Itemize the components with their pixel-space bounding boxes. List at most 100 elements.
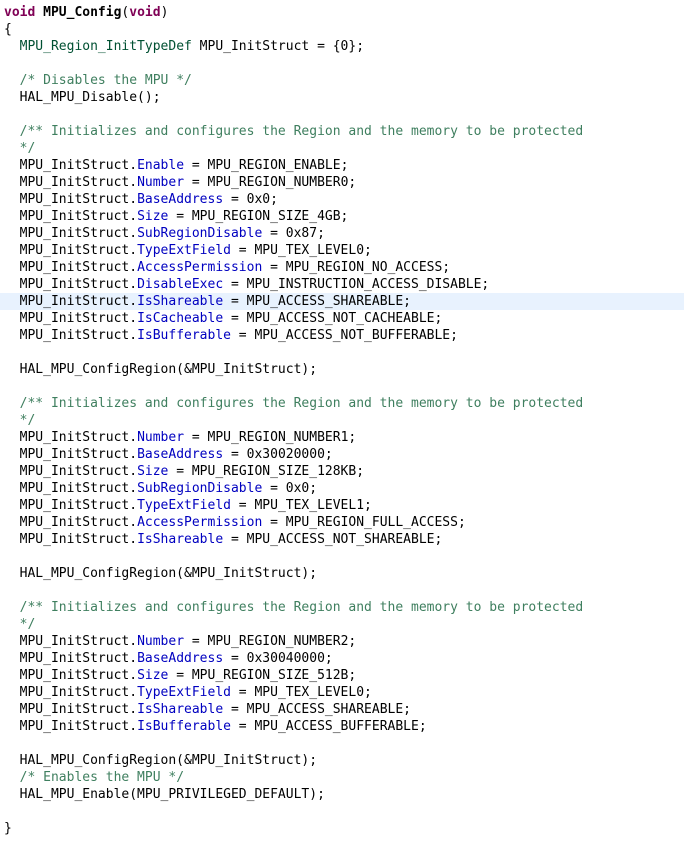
- field-token: IsShareable: [137, 294, 224, 309]
- code-line[interactable]: HAL_MPU_Disable();: [0, 89, 684, 106]
- code-line[interactable]: MPU_InitStruct.Number = MPU_REGION_NUMBE…: [0, 174, 684, 191]
- code-text: = MPU_ACCESS_NOT_CACHEABLE;: [223, 311, 443, 326]
- code-text: {: [4, 22, 12, 37]
- code-line[interactable]: {: [0, 21, 684, 38]
- code-text: MPU_InitStruct = {0};: [191, 39, 365, 54]
- code-line[interactable]: MPU_InitStruct.IsBufferable = MPU_ACCESS…: [0, 718, 684, 735]
- code-line-current[interactable]: MPU_InitStruct.IsShareable = MPU_ACCESS_…: [0, 293, 684, 310]
- code-text: = MPU_ACCESS_BUFFERABLE;: [230, 719, 427, 734]
- code-text: MPU_InitStruct.: [4, 634, 138, 649]
- function-name-token: MPU_Config: [43, 5, 122, 20]
- code-line[interactable]: MPU_InitStruct.Number = MPU_REGION_NUMBE…: [0, 633, 684, 650]
- code-line[interactable]: [0, 55, 684, 72]
- code-text: = MPU_REGION_ENABLE;: [184, 158, 349, 173]
- code-line[interactable]: MPU_InitStruct.IsCacheable = MPU_ACCESS_…: [0, 310, 684, 327]
- code-line[interactable]: MPU_InitStruct.BaseAddress = 0x0;: [0, 191, 684, 208]
- field-token: BaseAddress: [137, 192, 224, 207]
- code-line[interactable]: MPU_InitStruct.Size = MPU_REGION_SIZE_4G…: [0, 208, 684, 225]
- code-text: MPU_InitStruct.: [4, 515, 138, 530]
- code-line[interactable]: MPU_InitStruct.IsShareable = MPU_ACCESS_…: [0, 701, 684, 718]
- code-line[interactable]: HAL_MPU_Enable(MPU_PRIVILEGED_DEFAULT);: [0, 786, 684, 803]
- code-text: = MPU_TEX_LEVEL0;: [230, 243, 372, 258]
- code-line[interactable]: }: [0, 820, 684, 837]
- code-line[interactable]: MPU_InitStruct.DisableExec = MPU_INSTRUC…: [0, 276, 684, 293]
- code-line[interactable]: MPU_InitStruct.AccessPermission = MPU_RE…: [0, 514, 684, 531]
- code-line[interactable]: MPU_InitStruct.BaseAddress = 0x30040000;: [0, 650, 684, 667]
- code-line[interactable]: /* Enables the MPU */: [0, 769, 684, 786]
- code-line[interactable]: [0, 106, 684, 123]
- code-line[interactable]: MPU_InitStruct.BaseAddress = 0x30020000;: [0, 446, 684, 463]
- code-line[interactable]: */: [0, 412, 684, 429]
- code-text: MPU_InitStruct.: [4, 447, 138, 462]
- code-text: = 0x0;: [262, 481, 318, 496]
- code-text: = MPU_REGION_NUMBER2;: [184, 634, 357, 649]
- code-line[interactable]: [0, 803, 684, 820]
- code-editor[interactable]: void MPU_Config(void){ MPU_Region_InitTy…: [0, 4, 684, 837]
- code-text: MPU_InitStruct.: [4, 430, 138, 445]
- code-line[interactable]: [0, 735, 684, 752]
- code-text: = MPU_REGION_NUMBER1;: [184, 430, 357, 445]
- code-line[interactable]: /* Disables the MPU */: [0, 72, 684, 89]
- comment-token: /** Initializes and configures the Regio…: [19, 396, 584, 411]
- code-text: ): [160, 5, 169, 20]
- code-text: MPU_InitStruct.: [4, 464, 138, 479]
- code-line[interactable]: MPU_Region_InitTypeDef MPU_InitStruct = …: [0, 38, 684, 55]
- code-text: MPU_InitStruct.: [4, 651, 138, 666]
- field-token: Size: [137, 668, 169, 683]
- field-token: SubRegionDisable: [137, 481, 263, 496]
- code-line[interactable]: MPU_InitStruct.SubRegionDisable = 0x87;: [0, 225, 684, 242]
- field-token: IsCacheable: [137, 311, 224, 326]
- code-line[interactable]: */: [0, 616, 684, 633]
- code-text: MPU_InitStruct.: [4, 277, 138, 292]
- code-line[interactable]: [0, 582, 684, 599]
- field-token: BaseAddress: [137, 651, 224, 666]
- field-token: TypeExtField: [137, 498, 231, 513]
- keyword-token: void: [129, 5, 161, 20]
- code-line[interactable]: [0, 378, 684, 395]
- code-line[interactable]: HAL_MPU_ConfigRegion(&MPU_InitStruct);: [0, 752, 684, 769]
- code-text: = MPU_REGION_SIZE_128KB;: [168, 464, 365, 479]
- code-text: = 0x0;: [223, 192, 278, 207]
- code-line[interactable]: MPU_InitStruct.TypeExtField = MPU_TEX_LE…: [0, 242, 684, 259]
- code-text: MPU_InitStruct.: [4, 685, 138, 700]
- code-line[interactable]: MPU_InitStruct.SubRegionDisable = 0x0;: [0, 480, 684, 497]
- code-line[interactable]: MPU_InitStruct.Enable = MPU_REGION_ENABL…: [0, 157, 684, 174]
- code-line[interactable]: MPU_InitStruct.IsShareable = MPU_ACCESS_…: [0, 531, 684, 548]
- code-text: = 0x87;: [262, 226, 325, 241]
- code-text: MPU_InitStruct.: [4, 158, 138, 173]
- code-text: = MPU_ACCESS_SHAREABLE;: [223, 294, 411, 309]
- code-line[interactable]: MPU_InitStruct.TypeExtField = MPU_TEX_LE…: [0, 497, 684, 514]
- code-line[interactable]: /** Initializes and configures the Regio…: [0, 395, 684, 412]
- code-line[interactable]: [0, 344, 684, 361]
- code-line[interactable]: /** Initializes and configures the Regio…: [0, 123, 684, 140]
- field-token: SubRegionDisable: [137, 226, 263, 241]
- code-line[interactable]: [0, 548, 684, 565]
- comment-token: */: [19, 141, 36, 156]
- code-line[interactable]: MPU_InitStruct.IsBufferable = MPU_ACCESS…: [0, 327, 684, 344]
- code-line[interactable]: MPU_InitStruct.AccessPermission = MPU_RE…: [0, 259, 684, 276]
- code-text: HAL_MPU_Enable(MPU_PRIVILEGED_DEFAULT);: [4, 787, 325, 802]
- code-text: MPU_InitStruct.: [4, 311, 138, 326]
- code-text: = MPU_REGION_SIZE_4GB;: [168, 209, 349, 224]
- field-token: BaseAddress: [137, 447, 224, 462]
- code-line[interactable]: */: [0, 140, 684, 157]
- code-text: HAL_MPU_ConfigRegion(&MPU_InitStruct);: [4, 753, 318, 768]
- code-line[interactable]: MPU_InitStruct.Number = MPU_REGION_NUMBE…: [0, 429, 684, 446]
- code-text: = MPU_REGION_NUMBER0;: [184, 175, 357, 190]
- field-token: Size: [137, 464, 169, 479]
- code-text: MPU_InitStruct.: [4, 294, 138, 309]
- code-line[interactable]: /** Initializes and configures the Regio…: [0, 599, 684, 616]
- code-text: MPU_InitStruct.: [4, 192, 138, 207]
- code-line[interactable]: HAL_MPU_ConfigRegion(&MPU_InitStruct);: [0, 361, 684, 378]
- code-line[interactable]: void MPU_Config(void): [0, 4, 684, 21]
- code-line[interactable]: HAL_MPU_ConfigRegion(&MPU_InitStruct);: [0, 565, 684, 582]
- code-line[interactable]: MPU_InitStruct.Size = MPU_REGION_SIZE_12…: [0, 463, 684, 480]
- field-token: TypeExtField: [137, 243, 231, 258]
- code-text: MPU_InitStruct.: [4, 243, 138, 258]
- code-line[interactable]: MPU_InitStruct.Size = MPU_REGION_SIZE_51…: [0, 667, 684, 684]
- code-line[interactable]: MPU_InitStruct.TypeExtField = MPU_TEX_LE…: [0, 684, 684, 701]
